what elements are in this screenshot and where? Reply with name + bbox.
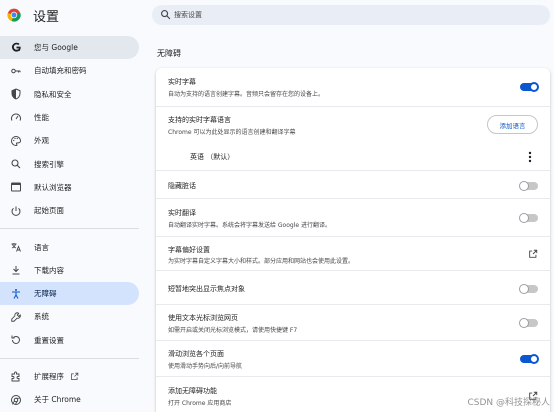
setting-title: 短暂地突出显示焦点对象: [168, 285, 245, 293]
speedometer-icon: [10, 112, 22, 124]
language-name: 英语 （默认）: [190, 153, 235, 161]
sidebar-item-extensions[interactable]: 扩展程序: [0, 365, 139, 388]
toggle-knob: [529, 82, 539, 92]
sidebar-item-default-browser[interactable]: 默认浏览器: [0, 176, 139, 199]
sidebar-item-system[interactable]: 系统: [0, 305, 139, 328]
settings-card: 实时字幕 自动为支持的语言创建字幕。音频只会留存在您的设备上。 支持的实时字幕语…: [156, 68, 550, 412]
translate-icon: [10, 241, 22, 253]
sidebar-item-reset[interactable]: 重置设置: [0, 329, 139, 352]
accessibility-icon: [10, 288, 22, 300]
sidebar-item-on-startup[interactable]: 起始页面: [0, 199, 139, 222]
sidebar-item-label: 隐私和安全: [34, 89, 72, 99]
setting-row-caret-browsing[interactable]: 使用文本光标浏览网页 如需开启或关闭光标浏览模式，请使用快捷键 F7: [156, 304, 550, 340]
sidebar-item-label: 扩展程序: [34, 372, 64, 381]
toggle-switch[interactable]: [519, 318, 538, 328]
puzzle-icon: [10, 371, 22, 383]
setting-description: 打开 Chrome 应用商店: [168, 400, 232, 407]
setting-description: 自动翻译实时字幕。系统会将字幕发送给 Google 进行翻译。: [168, 222, 331, 229]
wrench-icon: [10, 311, 22, 323]
sidebar-item-label: 外观: [34, 136, 49, 146]
add-language-button[interactable]: 添加语言: [487, 115, 538, 134]
page-title: 设置: [33, 10, 60, 25]
setting-description: 自动为支持的语言创建字幕。音频只会留存在您的设备上。: [168, 91, 325, 98]
chrome-logo-icon: [7, 8, 21, 22]
google-g-icon: [10, 42, 22, 54]
setting-description: 如需开启或关闭光标浏览模式，请使用快捷键 F7: [168, 327, 298, 334]
search-icon: [161, 10, 171, 20]
sidebar-item-label: 关于 Chrome: [34, 395, 81, 405]
sidebar-item-label: 搜索引擎: [34, 159, 64, 169]
search-icon: [10, 158, 22, 170]
palette-icon: [10, 135, 22, 147]
setting-title: 使用文本光标浏览网页: [168, 314, 238, 322]
setting-row-hide-profanity[interactable]: 隐藏脏话: [156, 170, 550, 198]
download-icon: [10, 264, 22, 276]
sidebar-item-label: 自动填充和密码: [34, 66, 87, 76]
sidebar-item-appearance[interactable]: 外观: [0, 129, 139, 152]
setting-row-live-translate[interactable]: 实时翻译 自动翻译实时字幕。系统会将字幕发送给 Google 进行翻译。: [156, 198, 550, 236]
setting-title: 隐藏脏话: [168, 182, 196, 190]
setting-row-caption-preferences[interactable]: 字幕偏好设置 为实时字幕自定义字幕大小和样式。部分应用和网站也会使用此设置。: [156, 236, 550, 270]
toggle-switch[interactable]: [520, 82, 539, 92]
header: 设置: [0, 0, 554, 32]
toggle-switch[interactable]: [519, 181, 538, 191]
sidebar-item-search-engine[interactable]: 搜索引擎: [0, 152, 139, 175]
external-link-icon: [71, 372, 79, 380]
sidebar-item-accessibility[interactable]: 无障碍: [0, 281, 139, 306]
setting-row-live-caption[interactable]: 实时字幕 自动为支持的语言创建字幕。音频只会留存在您的设备上。: [156, 68, 550, 106]
setting-description: Chrome 可以为此处显示的语言创建和翻译字幕: [168, 129, 296, 136]
language-item: 英语 （默认）: [156, 144, 550, 170]
reset-icon: [10, 334, 22, 346]
toggle-knob: [519, 284, 529, 294]
setting-title: 添加无障碍功能: [168, 387, 217, 395]
sidebar-item-label: 下载内容: [34, 265, 64, 275]
sidebar-divider: [0, 228, 139, 230]
setting-title: 实时翻译: [168, 209, 196, 217]
sidebar-item-label: 系统: [34, 312, 49, 322]
toggle-knob: [529, 354, 539, 364]
external-link-icon[interactable]: [528, 249, 538, 259]
setting-row-caption-languages: 支持的实时字幕语言 Chrome 可以为此处显示的语言创建和翻译字幕 添加语言: [156, 106, 550, 144]
toggle-knob: [519, 318, 529, 328]
sidebar-item-label: 起始页面: [34, 206, 64, 216]
toggle-switch[interactable]: [520, 354, 539, 364]
watermark: CSDN @科技探秘人: [467, 398, 550, 408]
chrome-icon: [10, 394, 22, 406]
shield-icon: [10, 88, 22, 100]
toggle-knob: [519, 213, 529, 223]
setting-row-focus-highlight[interactable]: 短暂地突出显示焦点对象: [156, 270, 550, 304]
setting-description: 为实时字幕自定义字幕大小和样式。部分应用和网站也会使用此设置。: [168, 258, 355, 265]
setting-row-swipe-navigation[interactable]: 滑动浏览各个页面 使用滑动手势向后/向前导航: [156, 340, 550, 376]
sidebar-item-label: 语言: [34, 242, 49, 252]
setting-title: 字幕偏好设置: [168, 246, 210, 254]
sidebar-item-label: 重置设置: [34, 335, 64, 345]
sidebar-item-about-chrome[interactable]: 关于 Chrome: [0, 388, 139, 411]
sidebar-item-label: 默认浏览器: [34, 182, 72, 192]
sidebar-item-autofill[interactable]: 自动填充和密码: [0, 59, 139, 82]
sidebar-item-label: 您与 Google: [34, 43, 78, 53]
setting-title: 支持的实时字幕语言: [168, 116, 231, 124]
search-input[interactable]: [174, 7, 534, 23]
sidebar-item-performance[interactable]: 性能: [0, 106, 139, 129]
power-icon: [10, 205, 22, 217]
sidebar: 您与 Google 自动填充和密码 隐私和安全 性能 外观 搜索引擎 默认浏览器…: [0, 36, 140, 411]
search-bar[interactable]: [152, 5, 550, 25]
section-title: 无障碍: [157, 49, 181, 58]
more-vert-icon[interactable]: [528, 151, 532, 163]
sidebar-item-label: 无障碍: [34, 289, 57, 299]
toggle-switch[interactable]: [519, 213, 538, 223]
sidebar-item-you-and-google[interactable]: 您与 Google: [0, 36, 139, 60]
toggle-knob: [519, 181, 529, 191]
sidebar-divider: [0, 357, 139, 359]
toggle-switch[interactable]: [519, 284, 538, 294]
browser-window-icon: [10, 181, 22, 193]
sidebar-item-languages[interactable]: 语言: [0, 235, 139, 258]
setting-title: 实时字幕: [168, 78, 196, 86]
key-icon: [10, 65, 22, 77]
setting-title: 滑动浏览各个页面: [168, 350, 224, 358]
sidebar-item-privacy[interactable]: 隐私和安全: [0, 83, 139, 106]
sidebar-item-downloads[interactable]: 下载内容: [0, 259, 139, 282]
setting-description: 使用滑动手势向后/向前导航: [168, 363, 243, 370]
sidebar-item-label: 性能: [34, 113, 49, 123]
